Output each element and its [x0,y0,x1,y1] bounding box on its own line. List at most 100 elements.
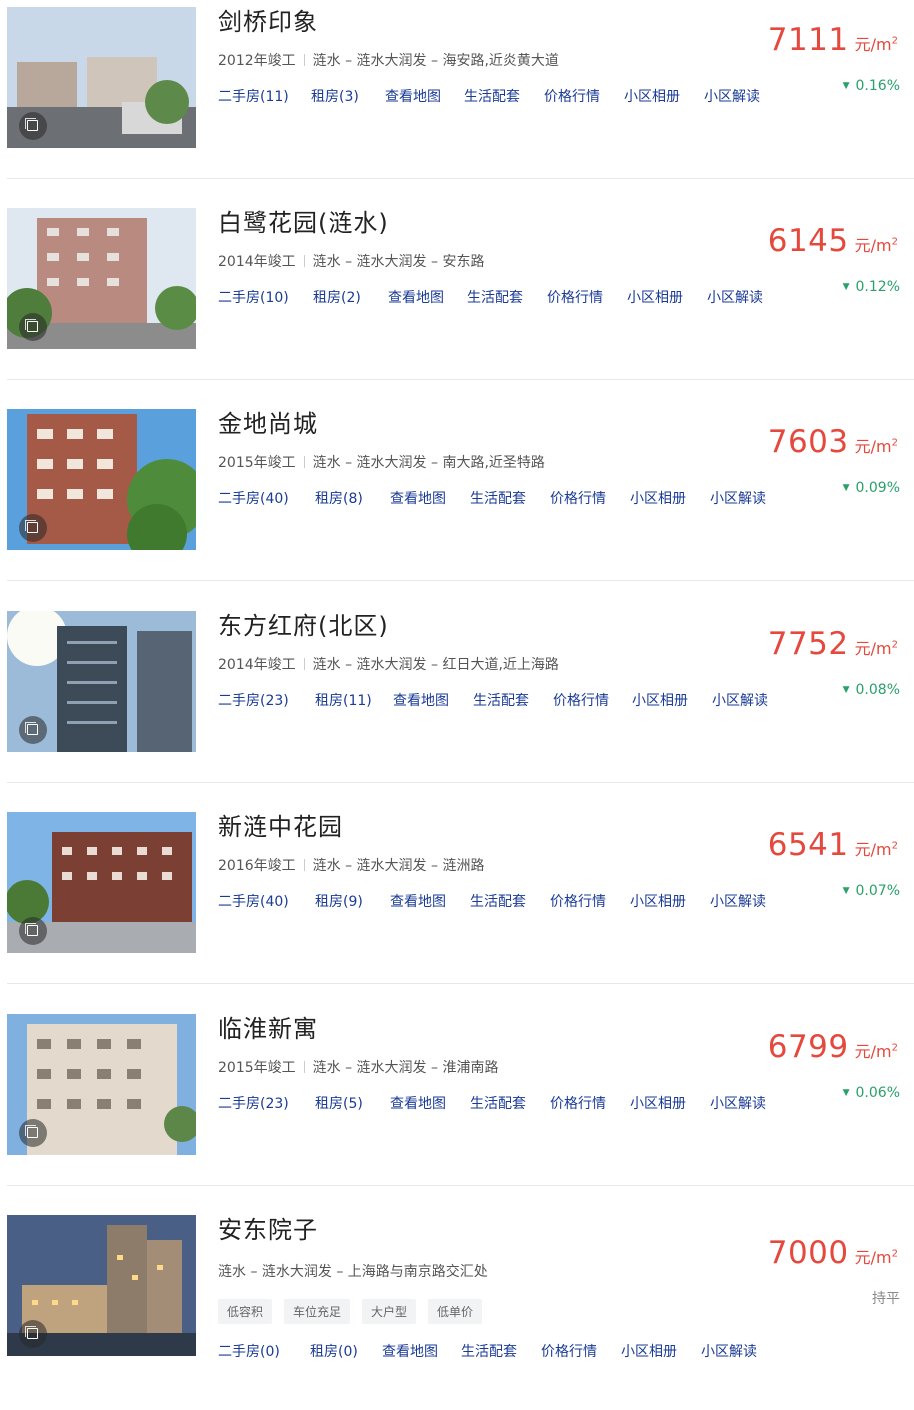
community-link[interactable]: 生活配套 [464,86,520,106]
price-change: ▼ 0.08% [842,682,900,698]
community-link[interactable]: 查看地图 [390,1093,446,1113]
photo-album-icon[interactable] [19,313,47,341]
unit-price: 6145 元/m2 [768,223,898,259]
community-link[interactable]: 生活配套 [467,287,523,307]
community-link[interactable]: 二手房(23) [218,1093,289,1113]
community-link[interactable]: 小区相册 [630,1093,686,1113]
build-year: 2014年竣工 [218,254,296,270]
community-link[interactable]: 查看地图 [390,488,446,508]
community-link[interactable]: 小区解读 [710,488,766,508]
community-photo[interactable] [7,7,196,148]
price-unit: 元/m2 [854,1042,898,1061]
community-link[interactable]: 价格行情 [550,1093,606,1113]
community-meta: 2016年竣工 涟水 – 涟水大润发 – 涟洲路 [218,855,484,875]
community-photo[interactable] [7,611,196,752]
community-link[interactable]: 价格行情 [544,86,600,106]
community-name[interactable]: 白鹭花园(涟水) [218,203,389,238]
price-unit: 元/m2 [854,236,898,255]
community-item[interactable]: 金地尚城 2015年竣工 涟水 – 涟水大润发 – 南大路,近圣特路二手房(40) 租… [0,402,914,604]
price-value: 6541 [767,827,849,863]
community-link[interactable]: 小区解读 [707,287,763,307]
community-link[interactable]: 租房(0) [310,1341,358,1361]
price-unit: 元/m2 [854,639,898,658]
community-name[interactable]: 临淮新寓 [218,1009,318,1044]
community-link[interactable]: 小区解读 [710,1093,766,1113]
community-photo[interactable] [7,409,196,550]
community-link[interactable]: 小区解读 [710,891,766,911]
community-link[interactable]: 二手房(23) [218,690,289,710]
community-link[interactable]: 小区相册 [630,488,686,508]
community-name[interactable]: 安东院子 [218,1210,318,1245]
community-link[interactable]: 价格行情 [541,1341,597,1361]
community-link[interactable]: 二手房(0) [218,1341,280,1361]
community-link[interactable]: 小区相册 [624,86,680,106]
community-item[interactable]: 东方红府(北区) 2014年竣工 涟水 – 涟水大润发 – 红日大道,近上海路 二手房… [0,604,914,806]
photo-album-icon[interactable] [19,514,47,542]
community-link[interactable]: 小区相册 [630,891,686,911]
community-link[interactable]: 查看地图 [390,891,446,911]
community-link[interactable]: 价格行情 [553,690,609,710]
community-meta: 涟水 – 涟水大润发 – 上海路与南京路交汇处 [218,1261,488,1281]
community-link[interactable]: 价格行情 [547,287,603,307]
community-link[interactable]: 二手房(11) [218,86,289,106]
unit-price: 7111 元/m2 [768,22,898,58]
community-link[interactable]: 小区相册 [632,690,688,710]
photo-album-icon[interactable] [19,112,47,140]
community-photo[interactable] [7,1215,196,1356]
price-value: 6145 [767,223,849,259]
community-name[interactable]: 新涟中花园 [218,807,343,842]
community-link[interactable]: 租房(5) [315,1093,363,1113]
community-link[interactable]: 生活配套 [470,1093,526,1113]
divider [303,255,305,267]
triangle-down-icon: ▼ [842,886,850,896]
community-link[interactable]: 租房(2) [313,287,361,307]
photo-album-icon[interactable] [19,917,47,945]
community-link[interactable]: 二手房(40) [218,891,289,911]
community-item[interactable]: 临淮新寓 2015年竣工 涟水 – 涟水大润发 – 淮浦南路 二手房(23) 租房(5)… [0,1007,914,1209]
community-name[interactable]: 剑桥印象 [218,2,318,37]
community-link[interactable]: 租房(9) [315,891,363,911]
community-item[interactable]: 剑桥印象 2012年竣工 涟水 – 涟水大润发 – 海安路,近炎黄大道 二手房(11)… [0,0,914,202]
build-year: 2016年竣工 [218,858,296,874]
community-link[interactable]: 小区解读 [704,86,760,106]
community-link[interactable]: 生活配套 [470,488,526,508]
community-link[interactable]: 生活配套 [473,690,529,710]
community-item[interactable]: 白鹭花园(涟水) 2014年竣工 涟水 – 涟水大润发 – 安东路 二手房(10) 租房… [0,201,914,403]
price-value: 7111 [767,22,849,58]
community-link[interactable]: 生活配套 [461,1341,517,1361]
location: 涟水 – 涟水大润发 – 南大路,近圣特路 [312,455,545,471]
community-link[interactable]: 查看地图 [393,690,449,710]
community-link[interactable]: 查看地图 [388,287,444,307]
triangle-down-icon: ▼ [842,282,850,292]
community-link[interactable]: 小区解读 [701,1341,757,1361]
location: 涟水 – 涟水大润发 – 淮浦南路 [312,1060,499,1076]
community-link[interactable]: 二手房(40) [218,488,289,508]
community-link[interactable]: 生活配套 [470,891,526,911]
triangle-down-icon: ▼ [842,483,850,493]
community-name[interactable]: 金地尚城 [218,404,318,439]
build-year: 2015年竣工 [218,455,296,471]
photo-album-icon[interactable] [19,1119,47,1147]
community-link[interactable]: 租房(8) [315,488,363,508]
community-link[interactable]: 租房(11) [315,690,372,710]
community-link[interactable]: 租房(3) [311,86,359,106]
photo-album-icon[interactable] [19,1320,47,1348]
community-link[interactable]: 二手房(10) [218,287,289,307]
community-item[interactable]: 安东院子 涟水 – 涟水大润发 – 上海路与南京路交汇处 低容积 车位充足 大户型 低单价… [0,1208,914,1410]
row-divider [7,379,914,380]
community-link[interactable]: 小区相册 [627,287,683,307]
community-name[interactable]: 东方红府(北区) [218,606,389,641]
community-photo[interactable] [7,812,196,953]
price-change: ▼ 0.12% [842,279,900,295]
community-link[interactable]: 小区解读 [712,690,768,710]
community-link[interactable]: 价格行情 [550,488,606,508]
community-link[interactable]: 查看地图 [385,86,441,106]
community-item[interactable]: 新涟中花园 2016年竣工 涟水 – 涟水大润发 – 涟洲路 二手房(40) 租房(9)… [0,805,914,1007]
community-photo[interactable] [7,1014,196,1155]
community-link[interactable]: 查看地图 [382,1341,438,1361]
community-photo[interactable] [7,208,196,349]
photo-album-icon[interactable] [19,716,47,744]
community-link[interactable]: 小区相册 [621,1341,677,1361]
feature-tag: 车位充足 [284,1299,351,1324]
community-link[interactable]: 价格行情 [550,891,606,911]
